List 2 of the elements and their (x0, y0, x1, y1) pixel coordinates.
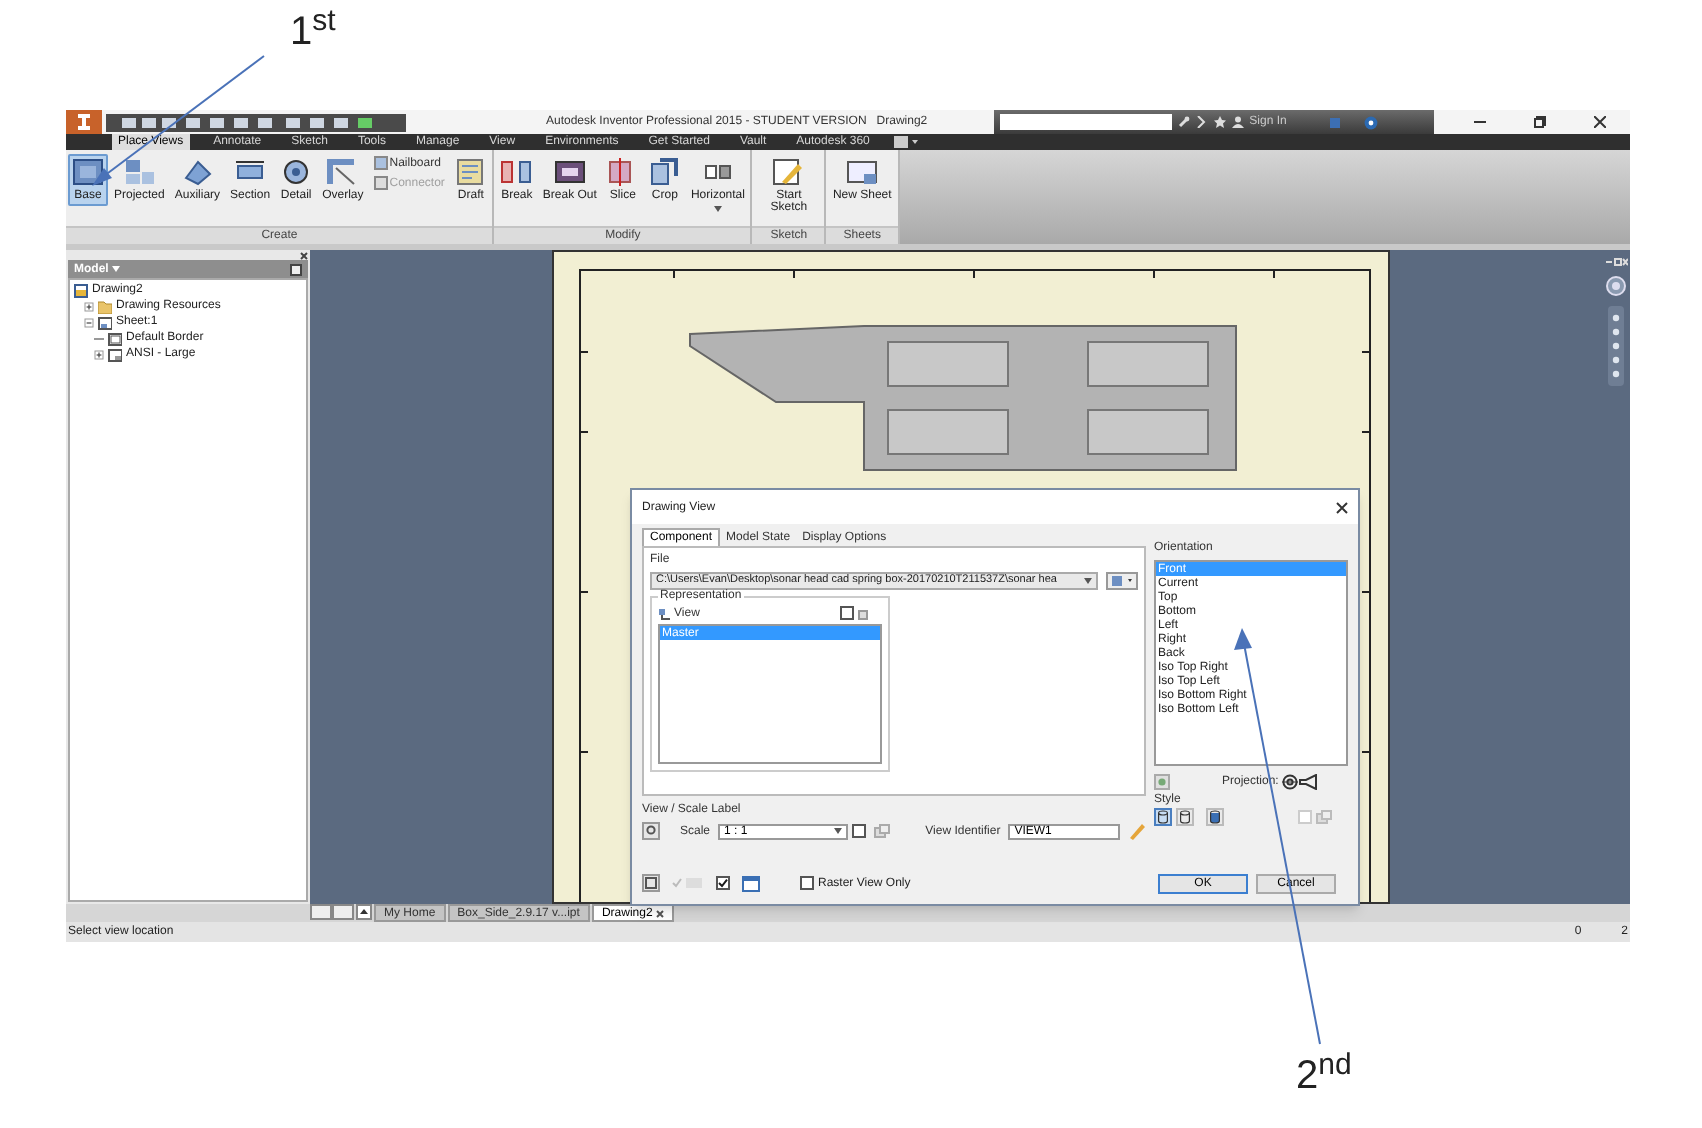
annotation-label: 1$^{st}$ (290, 12, 336, 52)
annotation-label: 2$^{nd}$ (1296, 1056, 1352, 1096)
